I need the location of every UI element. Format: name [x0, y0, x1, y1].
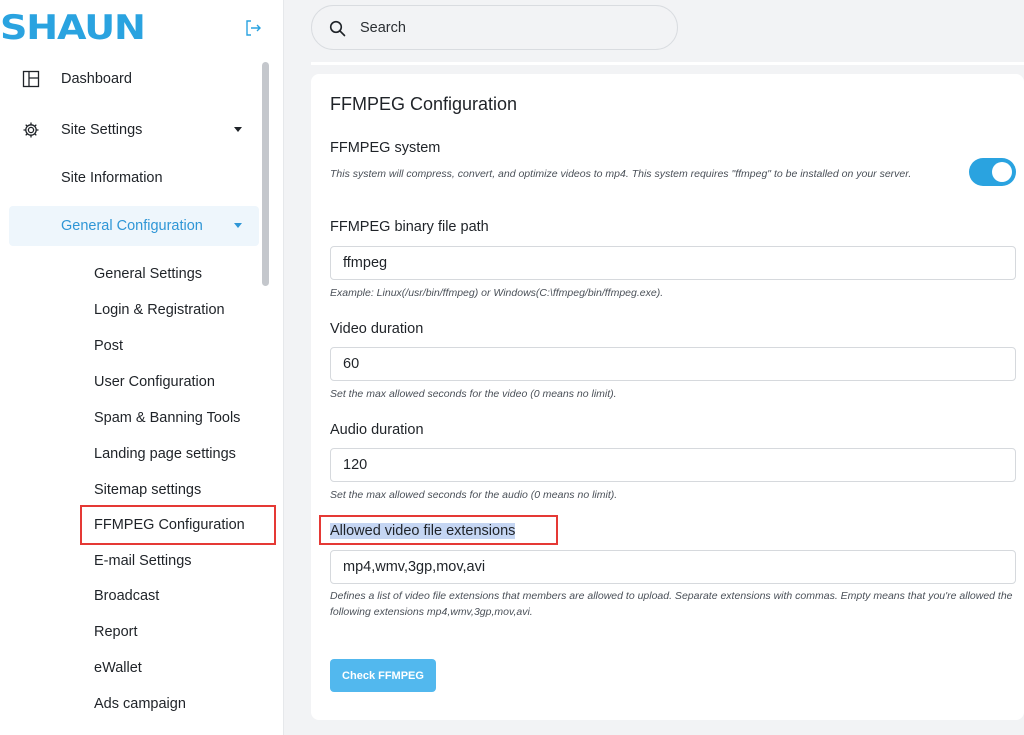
page-title: FFMPEG Configuration: [330, 94, 518, 114]
search-input[interactable]: Search: [311, 5, 678, 50]
sidebar-subitem-ads-campaign[interactable]: Ads campaign: [94, 693, 186, 715]
sidebar-subitem-report[interactable]: Report: [94, 621, 138, 643]
sidebar-item-label: Dashboard: [61, 71, 132, 87]
video-duration-label: Video duration: [330, 321, 424, 337]
sidebar-subitem-login-registration[interactable]: Login & Registration: [94, 299, 225, 321]
sidebar: SHAUN Dashboard Site Settings Site Infor…: [0, 0, 284, 735]
check-ffmpeg-button[interactable]: Check FFMPEG: [330, 659, 436, 692]
logo[interactable]: SHAUN: [0, 11, 146, 45]
sidebar-subitem-landing-page-settings[interactable]: Landing page settings: [94, 443, 236, 465]
binary-path-field[interactable]: ffmpeg: [330, 246, 1016, 280]
chevron-down-icon: [234, 223, 242, 228]
logout-icon[interactable]: [244, 19, 262, 37]
sidebar-subitem-general-settings[interactable]: General Settings: [94, 263, 202, 285]
search-icon: [329, 20, 346, 37]
sidebar-subitem-post[interactable]: Post: [94, 335, 123, 357]
video-duration-field[interactable]: 60: [330, 347, 1016, 381]
sidebar-subitem-sitemap-settings[interactable]: Sitemap settings: [94, 479, 201, 501]
toggle-knob: [992, 162, 1012, 182]
top-divider: [311, 62, 1024, 65]
sidebar-item-site-information[interactable]: Site Information: [0, 158, 258, 198]
sidebar-item-label: General Configuration: [61, 218, 203, 234]
sidebar-subitem-email-settings[interactable]: E-mail Settings: [94, 550, 192, 572]
logo-text: SHAUN: [0, 8, 146, 48]
highlight-box: [80, 505, 276, 545]
search-placeholder: Search: [360, 19, 406, 36]
sidebar-item-site-settings[interactable]: Site Settings: [0, 110, 258, 150]
sidebar-subitem-ewallet[interactable]: eWallet: [94, 657, 142, 679]
sidebar-item-general-configuration[interactable]: General Configuration: [9, 206, 259, 246]
sidebar-subitem-broadcast[interactable]: Broadcast: [94, 585, 159, 607]
gear-icon: [23, 122, 39, 138]
sidebar-item-dashboard[interactable]: Dashboard: [0, 59, 258, 99]
extensions-help: Defines a list of video file extensions …: [330, 590, 1013, 618]
sidebar-subitem-user-configuration[interactable]: User Configuration: [94, 371, 215, 393]
audio-duration-field[interactable]: 120: [330, 448, 1016, 482]
binary-path-label: FFMPEG binary file path: [330, 219, 489, 235]
extensions-field[interactable]: mp4,wmv,3gp,mov,avi: [330, 550, 1016, 584]
layout-icon: [22, 70, 40, 88]
ffmpeg-system-toggle[interactable]: [969, 158, 1016, 186]
audio-duration-help: Set the max allowed seconds for the audi…: [330, 489, 618, 501]
sidebar-item-label: Site Settings: [61, 122, 143, 138]
binary-path-help: Example: Linux(/usr/bin/ffmpeg) or Windo…: [330, 287, 664, 299]
audio-duration-label: Audio duration: [330, 422, 424, 438]
chevron-down-icon: [234, 127, 242, 132]
ffmpeg-system-label: FFMPEG system: [330, 140, 441, 156]
highlight-box: [319, 515, 558, 545]
sidebar-subitem-spam-banning-tools[interactable]: Spam & Banning Tools: [94, 407, 240, 429]
sidebar-scrollbar[interactable]: [262, 62, 269, 286]
ffmpeg-system-help: This system will compress, convert, and …: [330, 168, 912, 180]
video-duration-help: Set the max allowed seconds for the vide…: [330, 388, 617, 400]
sidebar-item-label: Site Information: [61, 170, 163, 186]
